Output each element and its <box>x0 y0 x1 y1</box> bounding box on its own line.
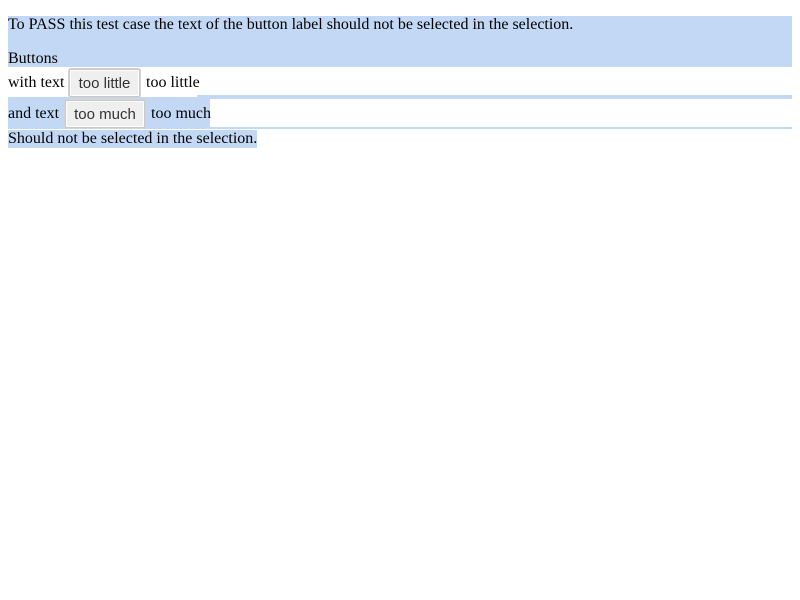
row1-suffix: too little <box>146 74 200 91</box>
buttons-heading: Buttons <box>8 50 58 67</box>
row2-suffix: too much <box>151 105 211 122</box>
instruction-text: To PASS this test case the text of the b… <box>8 16 574 33</box>
row1-prefix: with text <box>8 74 65 91</box>
row1-unselected-area <box>197 67 792 97</box>
too-little-button[interactable]: too little <box>69 69 140 97</box>
too-much-button[interactable]: too much <box>65 100 145 128</box>
footer-text: Should not be selected in the selection. <box>8 130 258 148</box>
row2-unselected-area <box>210 99 792 129</box>
row2-line: and text <box>8 105 59 123</box>
row1-line: with text <box>8 74 64 92</box>
row2-prefix: and text <box>8 105 60 122</box>
